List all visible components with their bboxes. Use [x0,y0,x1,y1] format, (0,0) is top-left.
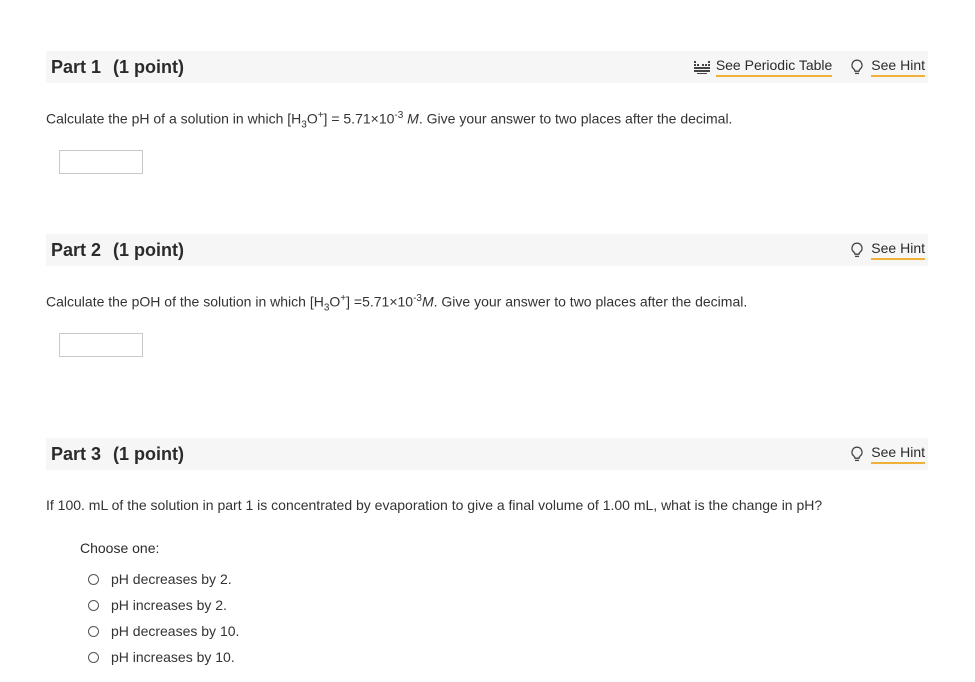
lightbulb-icon [848,58,866,76]
part-2-title: Part 2 (1 point) [51,239,185,260]
part-2-header: Part 2 (1 point) See Hint [46,234,928,266]
choice-ph-decreases-by-2[interactable]: pH decreases by 2. [88,566,239,592]
see-periodic-table-label: See Periodic Table [715,57,833,77]
part-3-title: Part 3 (1 point) [51,443,185,464]
part-1-see-hint-link[interactable]: See Hint [848,57,925,77]
part-1-links: See Periodic Table See Hint [693,57,925,77]
part-3-choices: pH decreases by 2. pH increases by 2. pH… [88,566,239,670]
part-3-question: If 100. mL of the solution in part 1 is … [46,497,823,513]
part-2-points: (1 point) [113,239,185,260]
part-1-title: Part 1 (1 point) [51,56,185,77]
part-3-see-hint-label: See Hint [871,444,925,464]
part-3-see-hint-link[interactable]: See Hint [848,444,925,464]
part-1-question: Calculate the pH of a solution in which … [46,110,733,131]
part-2-answer-input[interactable] [59,333,143,357]
part-3-points: (1 point) [113,443,185,464]
see-periodic-table-link[interactable]: See Periodic Table [693,57,833,77]
part-3-header: Part 3 (1 point) See Hint [46,438,928,470]
part-1-see-hint-label: See Hint [871,57,925,77]
radio-button[interactable] [88,625,99,637]
radio-button[interactable] [88,651,99,663]
radio-button[interactable] [88,599,99,611]
part-2-see-hint-link[interactable]: See Hint [848,240,925,260]
radio-button[interactable] [88,573,99,585]
part-1-header: Part 1 (1 point) See Periodic Table See … [46,51,928,83]
choice-ph-increases-by-2[interactable]: pH increases by 2. [88,592,239,618]
periodic-table-icon [693,58,711,76]
part-1-points: (1 point) [113,56,185,77]
lightbulb-icon [848,445,866,463]
part-2-question: Calculate the pOH of the solution in whi… [46,293,748,314]
choice-ph-increases-by-10[interactable]: pH increases by 10. [88,644,239,670]
part-3-links: See Hint [848,444,925,464]
part-2-links: See Hint [848,240,925,260]
choose-one-label: Choose one: [80,540,160,556]
choice-ph-decreases-by-10[interactable]: pH decreases by 10. [88,618,239,644]
part-1-answer-input[interactable] [59,150,143,174]
part-2-see-hint-label: See Hint [871,240,925,260]
lightbulb-icon [848,241,866,259]
